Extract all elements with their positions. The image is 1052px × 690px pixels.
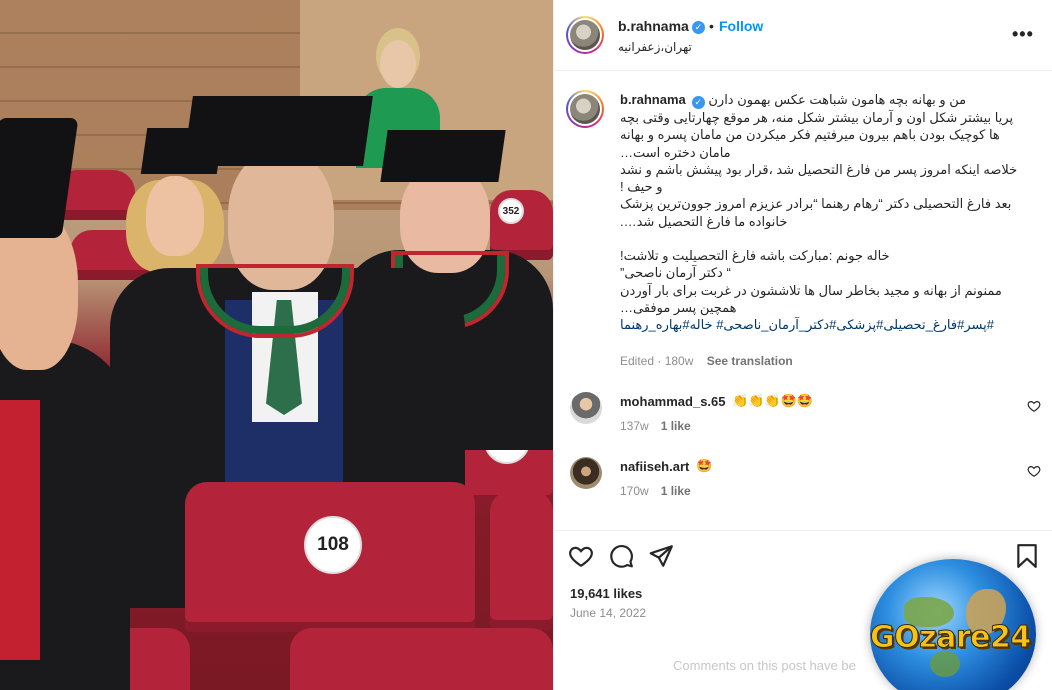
comments-disabled-notice: Comments on this post have be bbox=[673, 658, 856, 673]
edited-label: Edited · 180w bbox=[620, 354, 694, 368]
post-photo[interactable]: 352 139 108 bbox=[0, 0, 553, 690]
caption-section: b.rahnama ✓ من و بهانه بچه هامون شباهت عک… bbox=[554, 71, 1052, 531]
share-icon[interactable] bbox=[648, 543, 674, 569]
caption-username[interactable]: b.rahnama bbox=[620, 92, 686, 107]
caption-text: b.rahnama ✓ من و بهانه بچه هامون شباهت عک… bbox=[620, 91, 1040, 334]
photo-seat bbox=[70, 230, 150, 280]
photo-seat bbox=[290, 628, 553, 690]
comment-age: 170w bbox=[620, 484, 649, 498]
comment-username[interactable]: nafiiseh.art bbox=[620, 459, 689, 474]
see-translation-link[interactable]: See translation bbox=[707, 354, 793, 368]
caption-line: پریا بیشتر شکل اون و آرمان بیشتر شکل منه… bbox=[620, 110, 1014, 125]
caption-line: ها کوچیک بودن باهم بیرون میرفتیم فکر میک… bbox=[620, 127, 1000, 143]
follow-button[interactable]: Follow bbox=[719, 18, 763, 34]
comment-likes[interactable]: 1 like bbox=[661, 419, 691, 433]
commenter-avatar[interactable] bbox=[570, 457, 602, 489]
caption-line: من و بهانه بچه هامون شباهت عکس بهمون دار… bbox=[708, 92, 967, 107]
comment-username[interactable]: mohammad_s.65 bbox=[620, 394, 726, 409]
comment-icon[interactable] bbox=[608, 543, 634, 569]
caption-avatar[interactable] bbox=[566, 90, 604, 128]
photo-hood bbox=[0, 400, 40, 660]
post-date: June 14, 2022 bbox=[570, 606, 647, 620]
comment-meta: 137w 1 like bbox=[620, 419, 691, 433]
caption-line: بعد فارغ التحصیلی دکتر “رهام رهنما “براد… bbox=[620, 196, 1012, 212]
caption-line: همچین پسر موفقی… bbox=[620, 299, 737, 315]
photo-seat bbox=[490, 490, 553, 630]
caption-line: خاله جونم :مبارکت باشه فارغ التحصیلیت و … bbox=[620, 248, 890, 264]
post-username[interactable]: b.rahnama bbox=[618, 18, 689, 34]
heart-icon[interactable] bbox=[568, 543, 594, 569]
post-header: b.rahnama ✓ • Follow تهران،زعفرانیه ••• bbox=[554, 0, 1052, 71]
comment-likes[interactable]: 1 like bbox=[661, 484, 691, 498]
post-location[interactable]: تهران،زعفرانیه bbox=[618, 40, 692, 54]
photo-cap bbox=[380, 130, 506, 182]
comment-age: 137w bbox=[620, 419, 649, 433]
verified-icon: ✓ bbox=[692, 21, 705, 34]
caption-line: و حیف ! bbox=[620, 179, 663, 195]
caption-line: مامان دختره است… bbox=[620, 144, 731, 160]
watermark-text: GOzare24 bbox=[870, 620, 1032, 656]
comment-heart-icon[interactable] bbox=[1027, 399, 1041, 413]
photo-person bbox=[146, 176, 204, 256]
photo-cap bbox=[0, 118, 79, 238]
commenter-avatar[interactable] bbox=[570, 392, 602, 424]
caption-line: ممنونم از بهانه و مجید بخاطر سال ها تلاش… bbox=[620, 282, 1002, 298]
comment-heart-icon[interactable] bbox=[1027, 464, 1041, 478]
more-options-icon[interactable]: ••• bbox=[1012, 24, 1034, 45]
caption-hashtags[interactable]: #پسر#فارغ_تحصیلی#پزشکی#دکتر_آرمان_ناصحی#… bbox=[620, 316, 1040, 333]
watermark-logo: GOzare24 bbox=[862, 557, 1042, 690]
photo-seat-tag: 108 bbox=[304, 516, 362, 574]
caption-line: خانواده ما فارغ التحصیل شد…. bbox=[620, 213, 788, 229]
comment-text: 🤩 bbox=[696, 458, 713, 473]
photo-cap bbox=[183, 96, 373, 166]
comment-meta: 170w 1 like bbox=[620, 484, 691, 498]
verified-icon: ✓ bbox=[691, 96, 705, 109]
caption-line: خلاصه اینکه امروز پسر من فارغ التحصیل شد… bbox=[620, 161, 1018, 177]
avatar[interactable] bbox=[566, 16, 604, 54]
caption-meta: Edited · 180w See translation bbox=[620, 354, 793, 368]
header-separator: • bbox=[709, 18, 714, 34]
likes-count[interactable]: 19,641 likes bbox=[570, 586, 642, 601]
photo-seat-tag: 352 bbox=[498, 198, 524, 224]
comment-text: 👏👏👏🤩🤩 bbox=[732, 393, 813, 408]
caption-line: “ دکتر آرمان ناصحی” bbox=[620, 265, 731, 281]
